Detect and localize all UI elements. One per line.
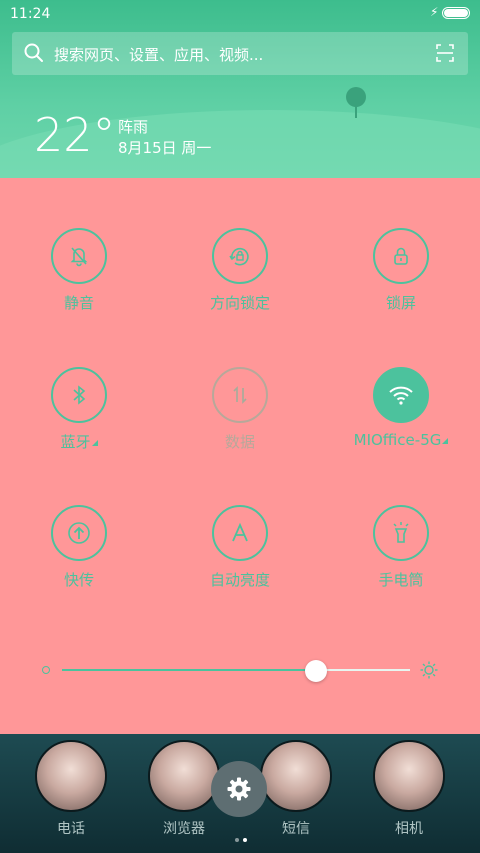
toggle-quick-transfer[interactable]: 快传: [9, 505, 149, 590]
gear-icon: [227, 777, 251, 801]
mobile-data-icon[interactable]: [212, 367, 268, 423]
toggle-label: MIOffice-5G: [331, 431, 471, 449]
toggle-label: 静音: [63, 294, 94, 312]
toggle-lock-screen[interactable]: 锁屏: [331, 228, 471, 313]
bolt-icon: ⚡: [430, 5, 439, 19]
quick-transfer-icon[interactable]: [51, 505, 107, 561]
app-name: 短信: [282, 821, 310, 837]
toggle-label: 数据: [224, 433, 255, 451]
toggle-bluetooth[interactable]: 蓝牙: [9, 367, 149, 452]
page-dot: [243, 838, 247, 842]
app-name: 相机: [395, 821, 423, 837]
brightness-fill: [62, 669, 317, 671]
toggle-label: 蓝牙: [9, 431, 149, 452]
notification-header: 11:24 ⚡ 搜索网页、设置、应用、视频... 22° 阵雨 8月15日 周一: [0, 0, 480, 178]
brightness-high-icon: [420, 661, 438, 679]
toggle-wifi[interactable]: MIOffice-5G: [331, 367, 471, 449]
flashlight-icon[interactable]: [373, 505, 429, 561]
toggle-label: 手电筒: [378, 571, 424, 589]
page-indicator: [233, 827, 249, 846]
toggle-mobile-data[interactable]: 数据: [170, 367, 310, 452]
expand-indicator-icon: [91, 440, 98, 446]
battery-icon: [442, 7, 470, 19]
rotation-lock-icon[interactable]: [212, 228, 268, 284]
toggle-rotation-lock[interactable]: 方向锁定: [170, 228, 310, 313]
settings-button[interactable]: [211, 761, 267, 817]
app-name: 浏览器: [163, 821, 205, 837]
quick-settings-panel: 静音 方向锁定 锁屏 蓝牙 数据 MIOffice-5G 快传 自动亮度 手电筒: [0, 178, 480, 734]
weather-date: 8月15日 周一: [118, 139, 212, 157]
toggle-flashlight[interactable]: 手电筒: [331, 505, 471, 590]
weather-condition: 阵雨: [118, 118, 149, 136]
auto-brightness-icon[interactable]: [212, 505, 268, 561]
lock-icon[interactable]: [373, 228, 429, 284]
mute-bell-icon[interactable]: [51, 228, 107, 284]
search-input[interactable]: 搜索网页、设置、应用、视频...: [54, 44, 263, 65]
bluetooth-icon[interactable]: [51, 367, 107, 423]
app-camera-icon[interactable]: [373, 740, 445, 812]
search-bar[interactable]: 搜索网页、设置、应用、视频...: [12, 32, 468, 75]
wifi-icon[interactable]: [373, 367, 429, 423]
weather-temperature[interactable]: 22°: [34, 108, 116, 162]
status-time: 11:24: [10, 6, 51, 22]
toggle-mute[interactable]: 静音: [9, 228, 149, 313]
app-phone[interactable]: 电话: [26, 740, 116, 838]
brightness-low-icon: [42, 666, 50, 674]
brightness-slider[interactable]: [40, 660, 440, 682]
app-phone-icon[interactable]: [35, 740, 107, 812]
search-icon: [24, 43, 43, 62]
scan-icon[interactable]: [436, 44, 454, 62]
brightness-thumb[interactable]: [305, 660, 328, 682]
toggle-auto-brightness[interactable]: 自动亮度: [170, 505, 310, 590]
app-browser-icon[interactable]: [148, 740, 220, 812]
page-dot: [235, 838, 239, 842]
toggle-label: 方向锁定: [209, 294, 270, 312]
app-name: 电话: [57, 821, 85, 837]
toggle-label: 快传: [63, 571, 94, 589]
expand-indicator-icon: [442, 438, 449, 444]
status-bar: 11:24 ⚡: [0, 0, 480, 28]
toggle-label: 自动亮度: [209, 571, 270, 589]
toggle-label: 锁屏: [385, 294, 416, 312]
app-messages-icon[interactable]: [260, 740, 332, 812]
app-camera[interactable]: 相机: [364, 740, 454, 838]
